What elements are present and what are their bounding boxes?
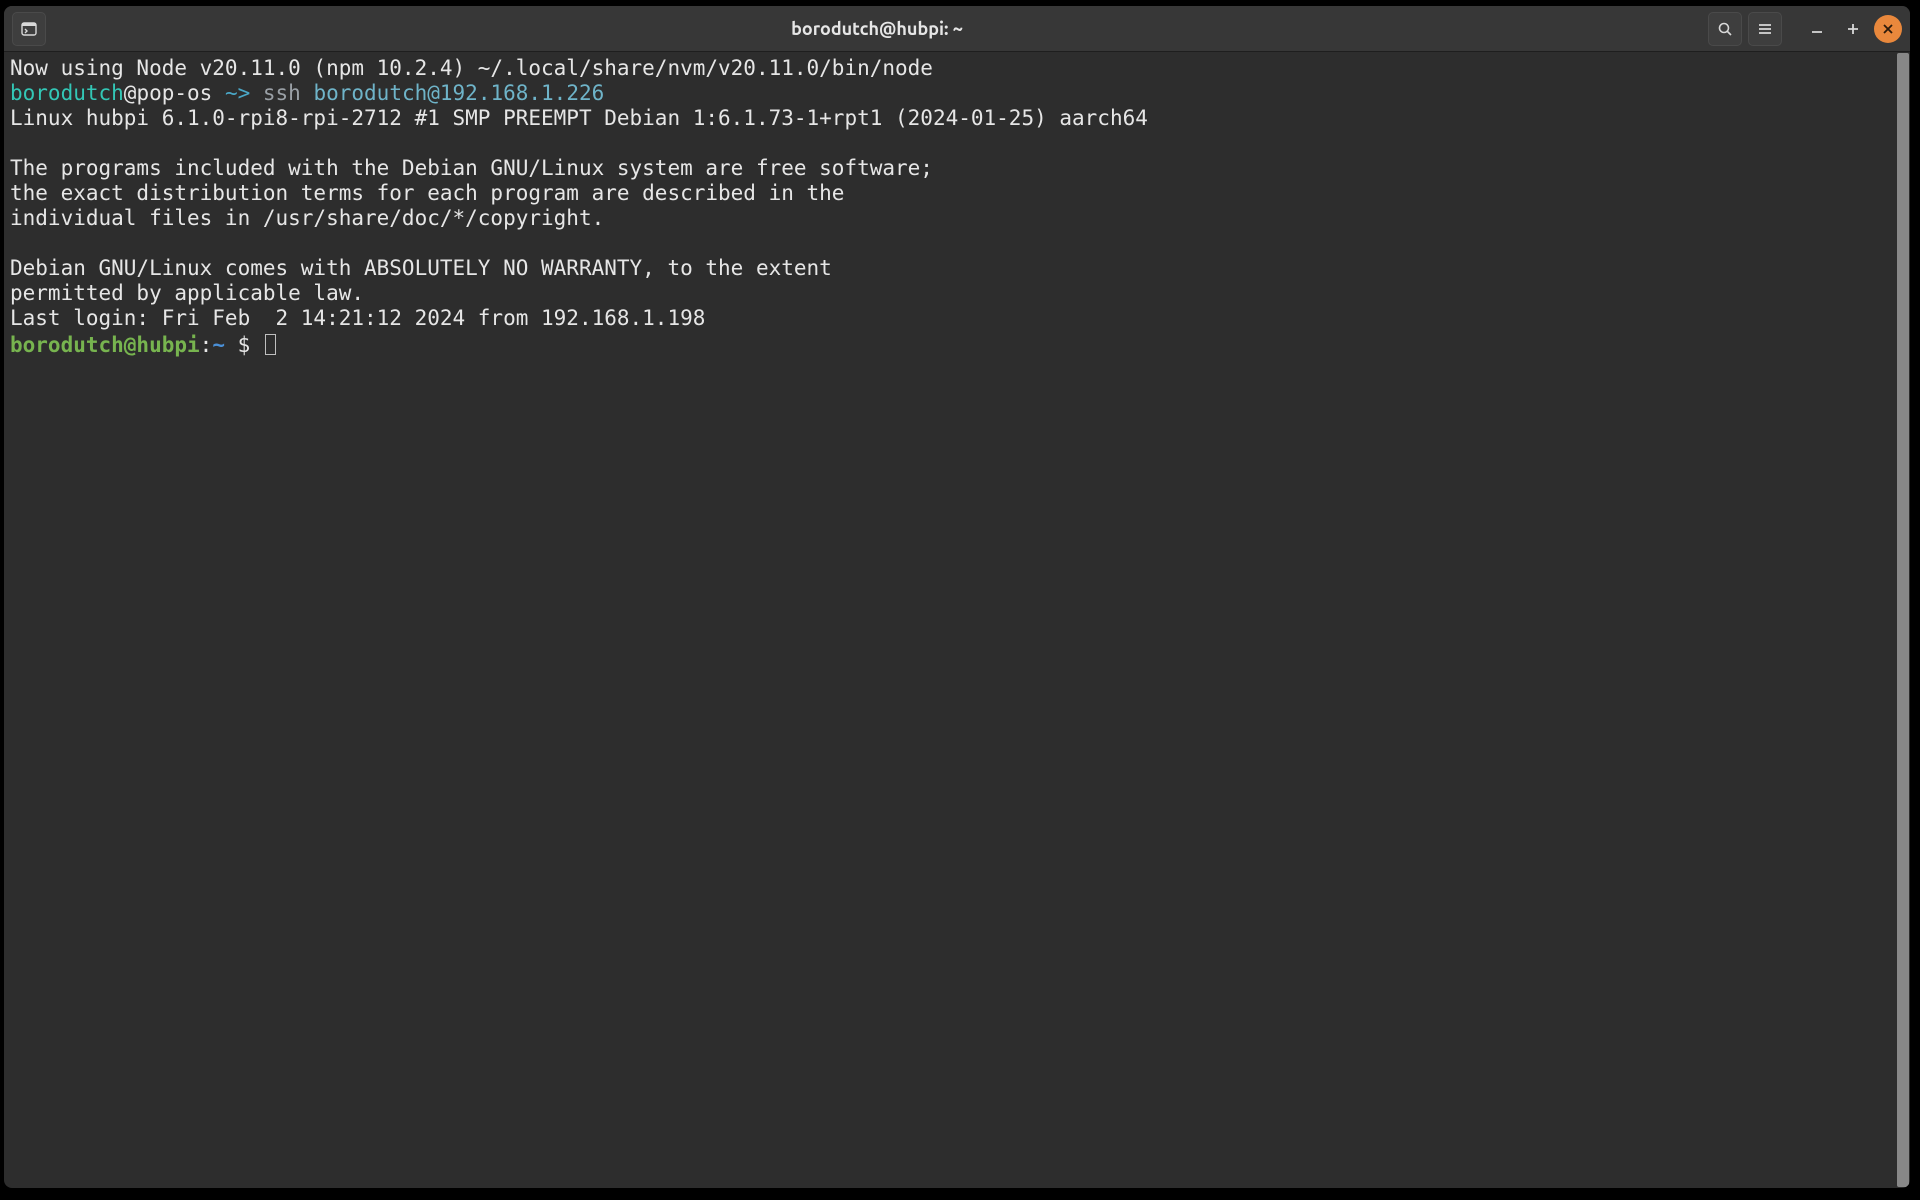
minimize-button[interactable] (1802, 14, 1832, 44)
local-at-host: @pop-os (124, 81, 213, 105)
line-motd1: The programs included with the Debian GN… (10, 156, 933, 180)
plus-icon (1846, 22, 1860, 36)
terminal-viewport[interactable]: Now using Node v20.11.0 (npm 10.2.4) ~/.… (4, 52, 1910, 1188)
maximize-button[interactable] (1838, 14, 1868, 44)
remote-path: ~ (212, 333, 225, 357)
hamburger-icon (1757, 21, 1773, 37)
cmd-arg: borodutch@192.168.1.226 (313, 81, 604, 105)
close-icon (1882, 23, 1894, 35)
line-motd4: Debian GNU/Linux comes with ABSOLUTELY N… (10, 256, 832, 280)
remote-userhost: borodutch@hubpi (10, 333, 200, 357)
line-motd2: the exact distribution terms for each pr… (10, 181, 844, 205)
window-title: borodutch@hubpi: ~ (46, 19, 1708, 39)
local-path: ~> (212, 81, 263, 105)
remote-sep (225, 333, 238, 357)
terminal-icon (21, 21, 37, 37)
scrollbar-thumb[interactable] (1897, 53, 1909, 1187)
line-motd3: individual files in /usr/share/doc/*/cop… (10, 206, 604, 230)
line-last: Last login: Fri Feb 2 14:21:12 2024 from… (10, 306, 705, 330)
remote-dollar: $ (238, 333, 251, 357)
menu-button[interactable] (1748, 12, 1782, 46)
new-tab-button[interactable] (12, 12, 46, 46)
titlebar: borodutch@hubpi: ~ (4, 6, 1910, 52)
line-motd5: permitted by applicable law. (10, 281, 364, 305)
terminal-text[interactable]: Now using Node v20.11.0 (npm 10.2.4) ~/.… (4, 52, 1896, 1188)
line-uname: Linux hubpi 6.1.0-rpi8-rpi-2712 #1 SMP P… (10, 106, 1148, 130)
cmd-ssh: ssh (263, 81, 314, 105)
search-button[interactable] (1708, 12, 1742, 46)
local-user: borodutch (10, 81, 124, 105)
cursor (265, 334, 276, 355)
search-icon (1717, 21, 1733, 37)
line-nvm: Now using Node v20.11.0 (npm 10.2.4) ~/.… (10, 56, 933, 80)
close-button[interactable] (1874, 15, 1902, 43)
terminal-window: borodutch@hubpi: ~ (4, 6, 1910, 1188)
remote-colon: : (200, 333, 213, 357)
minimize-icon (1810, 22, 1824, 36)
